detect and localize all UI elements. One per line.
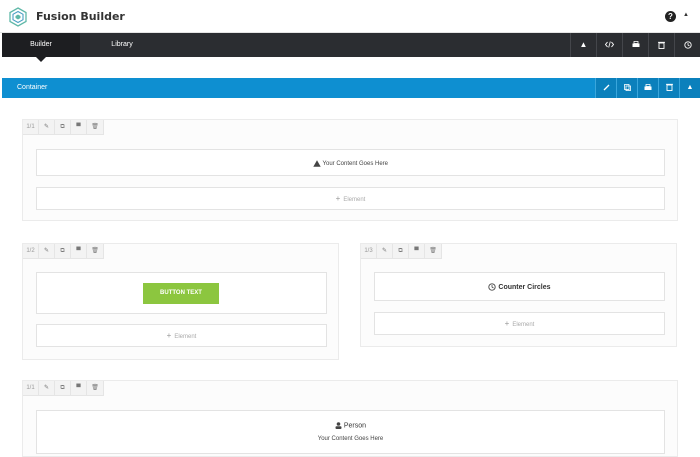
container-label: Container — [17, 84, 48, 91]
clone-icon[interactable] — [616, 78, 637, 98]
collapse-icon[interactable]: ▲ — [683, 12, 689, 18]
edit-icon[interactable]: ✎ — [377, 244, 393, 259]
collapse-icon[interactable]: ▲ — [679, 78, 700, 98]
column-size[interactable]: 1/1 — [23, 381, 39, 396]
save-icon[interactable]: ▀ — [71, 381, 87, 396]
column-size[interactable]: 1/2 — [23, 244, 39, 259]
trash-icon[interactable]: 🗑 — [425, 244, 441, 259]
column-1-3[interactable]: 1/3 ✎ ⧉ ▀ 🗑 Counter Circles + Element — [360, 243, 677, 347]
column-size[interactable]: 1/3 — [361, 244, 377, 259]
save-icon[interactable]: ▀ — [71, 120, 87, 135]
edit-icon[interactable]: ✎ — [39, 244, 55, 259]
clock-icon — [488, 283, 497, 291]
app-title: Fusion Builder — [36, 10, 125, 23]
trash-icon[interactable] — [648, 33, 674, 57]
container-controls: ▲ — [595, 78, 700, 98]
toolbar-buttons: ▲ — [570, 33, 700, 57]
element-subtitle: Your Content Goes Here — [317, 436, 384, 442]
save-icon[interactable] — [622, 33, 648, 57]
element-person[interactable]: Person Your Content Goes Here — [36, 410, 665, 454]
collapse-icon[interactable]: ▲ — [570, 33, 596, 57]
plus-icon: + — [335, 194, 341, 203]
clone-icon[interactable]: ⧉ — [55, 381, 71, 396]
clone-icon[interactable]: ⧉ — [55, 120, 71, 135]
plus-icon: + — [504, 319, 510, 328]
save-icon[interactable]: ▀ — [71, 244, 87, 259]
clone-icon[interactable]: ⧉ — [55, 244, 71, 259]
add-element-button[interactable]: + Element — [36, 187, 665, 210]
column-1-1-bottom[interactable]: 1/1 ✎ ⧉ ▀ 🗑 Person Your Content Goes Her… — [22, 380, 678, 457]
element-counter-circles[interactable]: Counter Circles — [374, 272, 665, 301]
column-controls: 1/1 ✎ ⧉ ▀ 🗑 — [23, 120, 104, 135]
clone-icon[interactable]: ⧉ — [393, 244, 409, 259]
column-controls: 1/3 ✎ ⧉ ▀ 🗑 — [361, 244, 442, 259]
tab-builder[interactable]: Builder — [2, 33, 80, 62]
trash-icon[interactable]: 🗑 — [87, 120, 103, 135]
column-1-1-top[interactable]: 1/1 ✎ ⧉ ▀ 🗑 Your Content Goes Here + Elem… — [22, 119, 678, 221]
add-element-button[interactable]: + Element — [374, 312, 665, 335]
person-icon — [335, 422, 342, 429]
element-title: Your Content Goes Here — [322, 161, 389, 168]
edit-icon[interactable]: ✎ — [39, 381, 55, 396]
element-title: Person — [343, 422, 367, 430]
warning-icon — [313, 160, 321, 167]
tab-bar: Builder Library ▲ — [2, 33, 700, 62]
element-button[interactable]: BUTTON TEXT — [36, 272, 327, 314]
element-title: Counter Circles — [498, 283, 551, 291]
trash-icon[interactable] — [658, 78, 679, 98]
column-controls: 1/1 ✎ ⧉ ▀ 🗑 — [23, 381, 104, 396]
fusion-logo-icon — [9, 7, 27, 27]
tab-library[interactable]: Library — [80, 33, 164, 57]
button-text-preview[interactable]: BUTTON TEXT — [143, 283, 219, 304]
container-bar[interactable]: Container ▲ — [2, 78, 700, 98]
trash-icon[interactable]: 🗑 — [87, 244, 103, 259]
column-1-2[interactable]: 1/2 ✎ ⧉ ▀ 🗑 BUTTON TEXT + Element — [22, 243, 339, 360]
save-icon[interactable]: ▀ — [409, 244, 425, 259]
history-icon[interactable] — [674, 33, 700, 57]
save-icon[interactable] — [637, 78, 658, 98]
code-icon[interactable] — [596, 33, 622, 57]
column-controls: 1/2 ✎ ⧉ ▀ 🗑 — [23, 244, 104, 259]
add-element-button[interactable]: + Element — [36, 324, 327, 347]
plus-icon: + — [166, 331, 172, 340]
column-size[interactable]: 1/1 — [23, 120, 39, 135]
trash-icon[interactable]: 🗑 — [87, 381, 103, 396]
top-bar: Fusion Builder ? ▲ — [0, 0, 700, 33]
element-content[interactable]: Your Content Goes Here — [36, 149, 665, 176]
help-icon[interactable]: ? — [665, 11, 676, 22]
edit-icon[interactable]: ✎ — [39, 120, 55, 135]
edit-icon[interactable] — [595, 78, 616, 98]
